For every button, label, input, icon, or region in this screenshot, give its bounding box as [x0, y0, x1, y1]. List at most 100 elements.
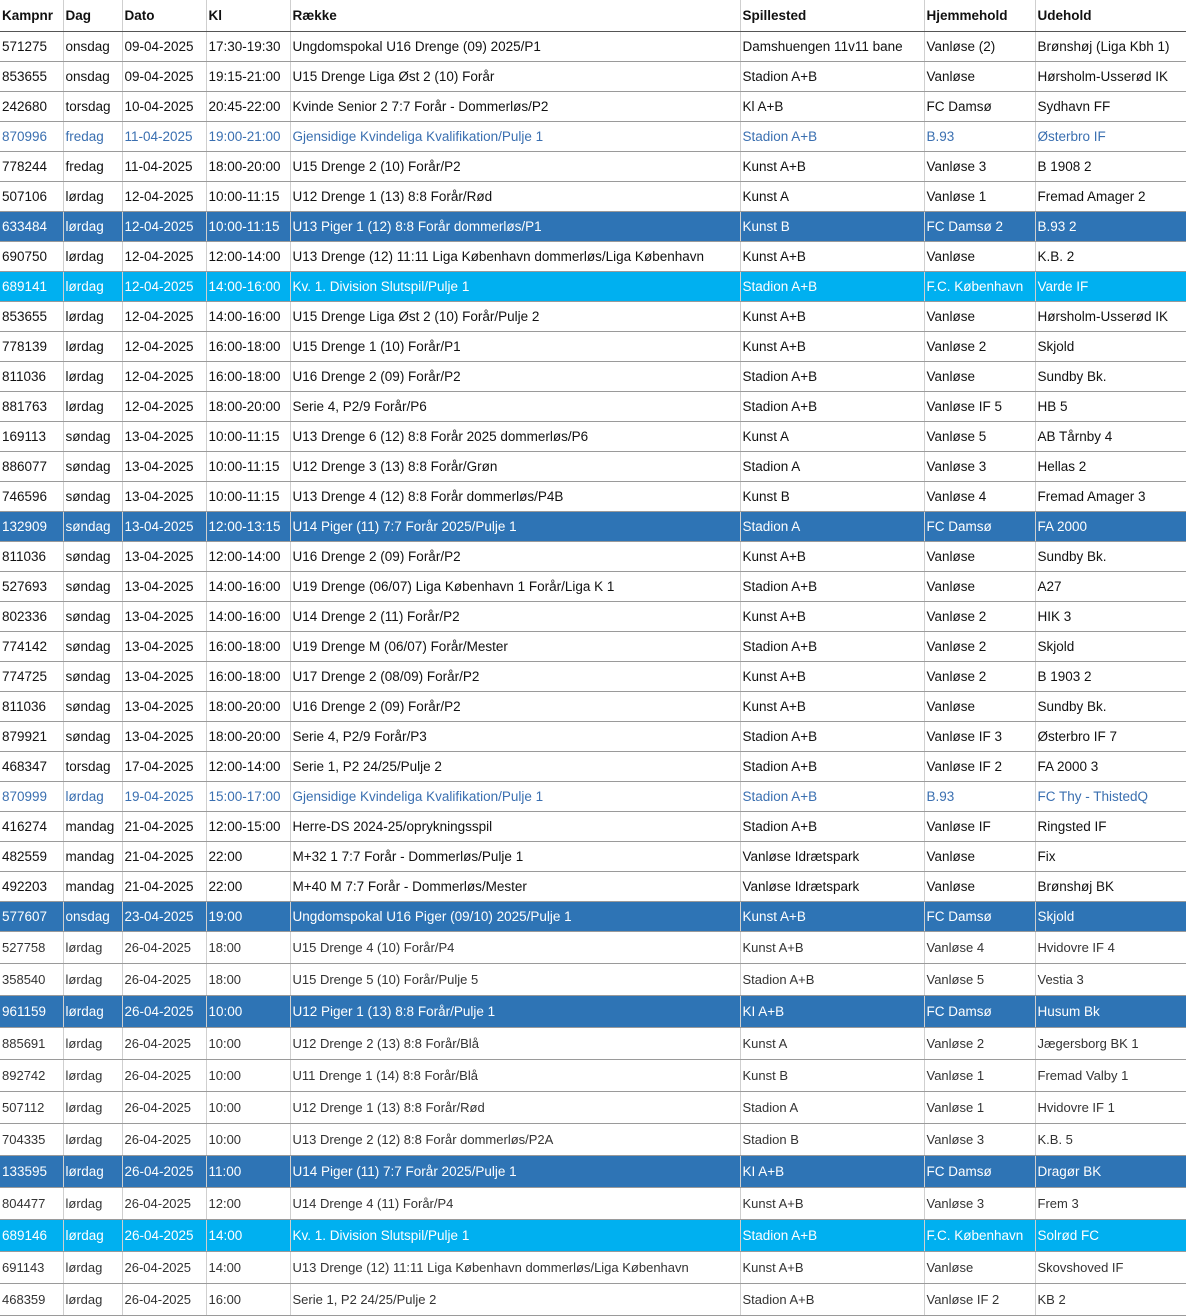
header-hjemmehold[interactable]: Hjemmehold: [924, 0, 1036, 32]
dato-cell[interactable]: 12-04-2025: [122, 241, 207, 272]
dato-cell[interactable]: 12-04-2025: [122, 361, 207, 392]
table-row[interactable]: 242680 torsdag 10-04-2025 20:45-22:00 Kvinde…: [0, 91, 1186, 122]
hjemmehold-cell[interactable]: Vanløse IF 2: [924, 1283, 1036, 1316]
udehold-cell[interactable]: Skovshoved IF: [1035, 1251, 1186, 1284]
table-row[interactable]: 811036 søndag 13-04-2025 18:00-20:00 U16 Dre…: [0, 691, 1186, 722]
kl-cell[interactable]: 18:00-20:00: [206, 691, 291, 722]
udehold-cell[interactable]: Hvidovre IF 1: [1035, 1091, 1186, 1124]
kampnr-cell[interactable]: 577607: [0, 901, 64, 932]
kl-cell[interactable]: 12:00-15:00: [206, 811, 291, 842]
kl-cell[interactable]: 17:30-19:30: [206, 31, 291, 62]
table-row[interactable]: 774142 søndag 13-04-2025 16:00-18:00 U19 Dre…: [0, 631, 1186, 662]
dag-cell[interactable]: fredag: [63, 151, 123, 182]
table-row[interactable]: 468359 lørdag 26-04-2025 16:00 Serie 1, P2 2…: [0, 1283, 1186, 1316]
dato-cell[interactable]: 13-04-2025: [122, 691, 207, 722]
dato-cell[interactable]: 26-04-2025: [122, 1123, 207, 1156]
kampnr-cell[interactable]: 242680: [0, 91, 64, 122]
udehold-cell[interactable]: Sundby Bk.: [1035, 691, 1186, 722]
kl-cell[interactable]: 22:00: [206, 841, 291, 872]
kampnr-cell[interactable]: 778244: [0, 151, 64, 182]
dag-cell[interactable]: fredag: [63, 121, 123, 152]
udehold-cell[interactable]: Solrød FC: [1035, 1219, 1186, 1252]
raekke-cell[interactable]: U13 Drenge 4 (12) 8:8 Forår dommerløs/P4…: [290, 481, 741, 512]
kl-cell[interactable]: 19:00: [206, 901, 291, 932]
dato-cell[interactable]: 17-04-2025: [122, 751, 207, 782]
kl-cell[interactable]: 14:00-16:00: [206, 571, 291, 602]
hjemmehold-cell[interactable]: Vanløse IF: [924, 811, 1036, 842]
udehold-cell[interactable]: Hørsholm-Usserød IK: [1035, 61, 1186, 92]
kl-cell[interactable]: 18:00: [206, 931, 291, 964]
dato-cell[interactable]: 11-04-2025: [122, 151, 207, 182]
raekke-cell[interactable]: U12 Drenge 1 (13) 8:8 Forår/Rød: [290, 181, 741, 212]
udehold-cell[interactable]: Sundby Bk.: [1035, 361, 1186, 392]
raekke-cell[interactable]: Ungdomspokal U16 Piger (09/10) 2025/Pulj…: [290, 901, 741, 932]
dato-cell[interactable]: 26-04-2025: [122, 995, 207, 1028]
hjemmehold-cell[interactable]: Vanløse 2: [924, 1027, 1036, 1060]
spillested-cell[interactable]: Kunst A: [740, 181, 925, 212]
hjemmehold-cell[interactable]: Vanløse 4: [924, 931, 1036, 964]
kl-cell[interactable]: 12:00-14:00: [206, 751, 291, 782]
table-row[interactable]: 778244 fredag 11-04-2025 18:00-20:00 U15 Dre…: [0, 151, 1186, 182]
kampnr-cell[interactable]: 704335: [0, 1123, 64, 1156]
raekke-cell[interactable]: U14 Drenge 2 (11) Forår/P2: [290, 601, 741, 632]
dag-cell[interactable]: lørdag: [63, 331, 123, 362]
dato-cell[interactable]: 13-04-2025: [122, 541, 207, 572]
udehold-cell[interactable]: Brønshøj BK: [1035, 871, 1186, 902]
hjemmehold-cell[interactable]: Vanløse 3: [924, 1187, 1036, 1220]
kampnr-cell[interactable]: 689146: [0, 1219, 64, 1252]
dato-cell[interactable]: 13-04-2025: [122, 631, 207, 662]
raekke-cell[interactable]: U13 Drenge (12) 11:11 Liga København dom…: [290, 1251, 741, 1284]
dag-cell[interactable]: søndag: [63, 541, 123, 572]
spillested-cell[interactable]: Kunst A: [740, 1027, 925, 1060]
kampnr-cell[interactable]: 492203: [0, 871, 64, 902]
kampnr-cell[interactable]: 961159: [0, 995, 64, 1028]
kampnr-cell[interactable]: 468347: [0, 751, 64, 782]
dag-cell[interactable]: torsdag: [63, 751, 123, 782]
dag-cell[interactable]: onsdag: [63, 901, 123, 932]
raekke-cell[interactable]: U19 Drenge M (06/07) Forår/Mester: [290, 631, 741, 662]
kl-cell[interactable]: 12:00-14:00: [206, 241, 291, 272]
spillested-cell[interactable]: Stadion A+B: [740, 721, 925, 752]
raekke-cell[interactable]: U15 Drenge 2 (10) Forår/P2: [290, 151, 741, 182]
table-row[interactable]: 774725 søndag 13-04-2025 16:00-18:00 U17 Dre…: [0, 661, 1186, 692]
dag-cell[interactable]: onsdag: [63, 61, 123, 92]
kl-cell[interactable]: 16:00-18:00: [206, 631, 291, 662]
kampnr-cell[interactable]: 690750: [0, 241, 64, 272]
spillested-cell[interactable]: Damshuengen 11v11 bane: [740, 31, 925, 62]
raekke-cell[interactable]: U13 Piger 1 (12) 8:8 Forår dommerløs/P1: [290, 211, 741, 242]
spillested-cell[interactable]: Vanløse Idrætspark: [740, 871, 925, 902]
hjemmehold-cell[interactable]: Vanløse 2: [924, 631, 1036, 662]
kampnr-cell[interactable]: 689141: [0, 271, 64, 302]
hjemmehold-cell[interactable]: Vanløse IF 5: [924, 391, 1036, 422]
dag-cell[interactable]: søndag: [63, 721, 123, 752]
dag-cell[interactable]: søndag: [63, 481, 123, 512]
dato-cell[interactable]: 21-04-2025: [122, 811, 207, 842]
dag-cell[interactable]: mandag: [63, 841, 123, 872]
udehold-cell[interactable]: Fremad Valby 1: [1035, 1059, 1186, 1092]
raekke-cell[interactable]: Kvinde Senior 2 7:7 Forår - Dommerløs/P2: [290, 91, 741, 122]
kampnr-cell[interactable]: 870999: [0, 781, 64, 812]
raekke-cell[interactable]: U19 Drenge (06/07) Liga København 1 Forå…: [290, 571, 741, 602]
kampnr-cell[interactable]: 133595: [0, 1155, 64, 1188]
header-spillested[interactable]: Spillested: [740, 0, 925, 32]
hjemmehold-cell[interactable]: B.93: [924, 781, 1036, 812]
table-row[interactable]: 870996 fredag 11-04-2025 19:00-21:00 Gjensid…: [0, 121, 1186, 152]
udehold-cell[interactable]: K.B. 2: [1035, 241, 1186, 272]
dato-cell[interactable]: 23-04-2025: [122, 901, 207, 932]
table-row[interactable]: 492203 mandag 21-04-2025 22:00 M+40 M 7:7 Fo…: [0, 871, 1186, 902]
raekke-cell[interactable]: Herre-DS 2024-25/oprykningsspil: [290, 811, 741, 842]
udehold-cell[interactable]: B 1908 2: [1035, 151, 1186, 182]
raekke-cell[interactable]: U13 Drenge (12) 11:11 Liga København dom…: [290, 241, 741, 272]
hjemmehold-cell[interactable]: Vanløse: [924, 361, 1036, 392]
header-dato[interactable]: Dato: [122, 0, 207, 32]
table-row[interactable]: 961159 lørdag 26-04-2025 10:00 U12 Piger 1 (…: [0, 995, 1186, 1028]
spillested-cell[interactable]: KI A+B: [740, 995, 925, 1028]
table-row[interactable]: 778139 lørdag 12-04-2025 16:00-18:00 U15 Dre…: [0, 331, 1186, 362]
spillested-cell[interactable]: Stadion A+B: [740, 391, 925, 422]
hjemmehold-cell[interactable]: Vanløse IF 2: [924, 751, 1036, 782]
hjemmehold-cell[interactable]: Vanløse (2): [924, 31, 1036, 62]
table-row[interactable]: 527693 søndag 13-04-2025 14:00-16:00 U19 Dre…: [0, 571, 1186, 602]
table-row[interactable]: 886077 søndag 13-04-2025 10:00-11:15 U12 Dre…: [0, 451, 1186, 482]
dag-cell[interactable]: lørdag: [63, 271, 123, 302]
table-row[interactable]: 804477 lørdag 26-04-2025 12:00 U14 Drenge 4 …: [0, 1187, 1186, 1220]
